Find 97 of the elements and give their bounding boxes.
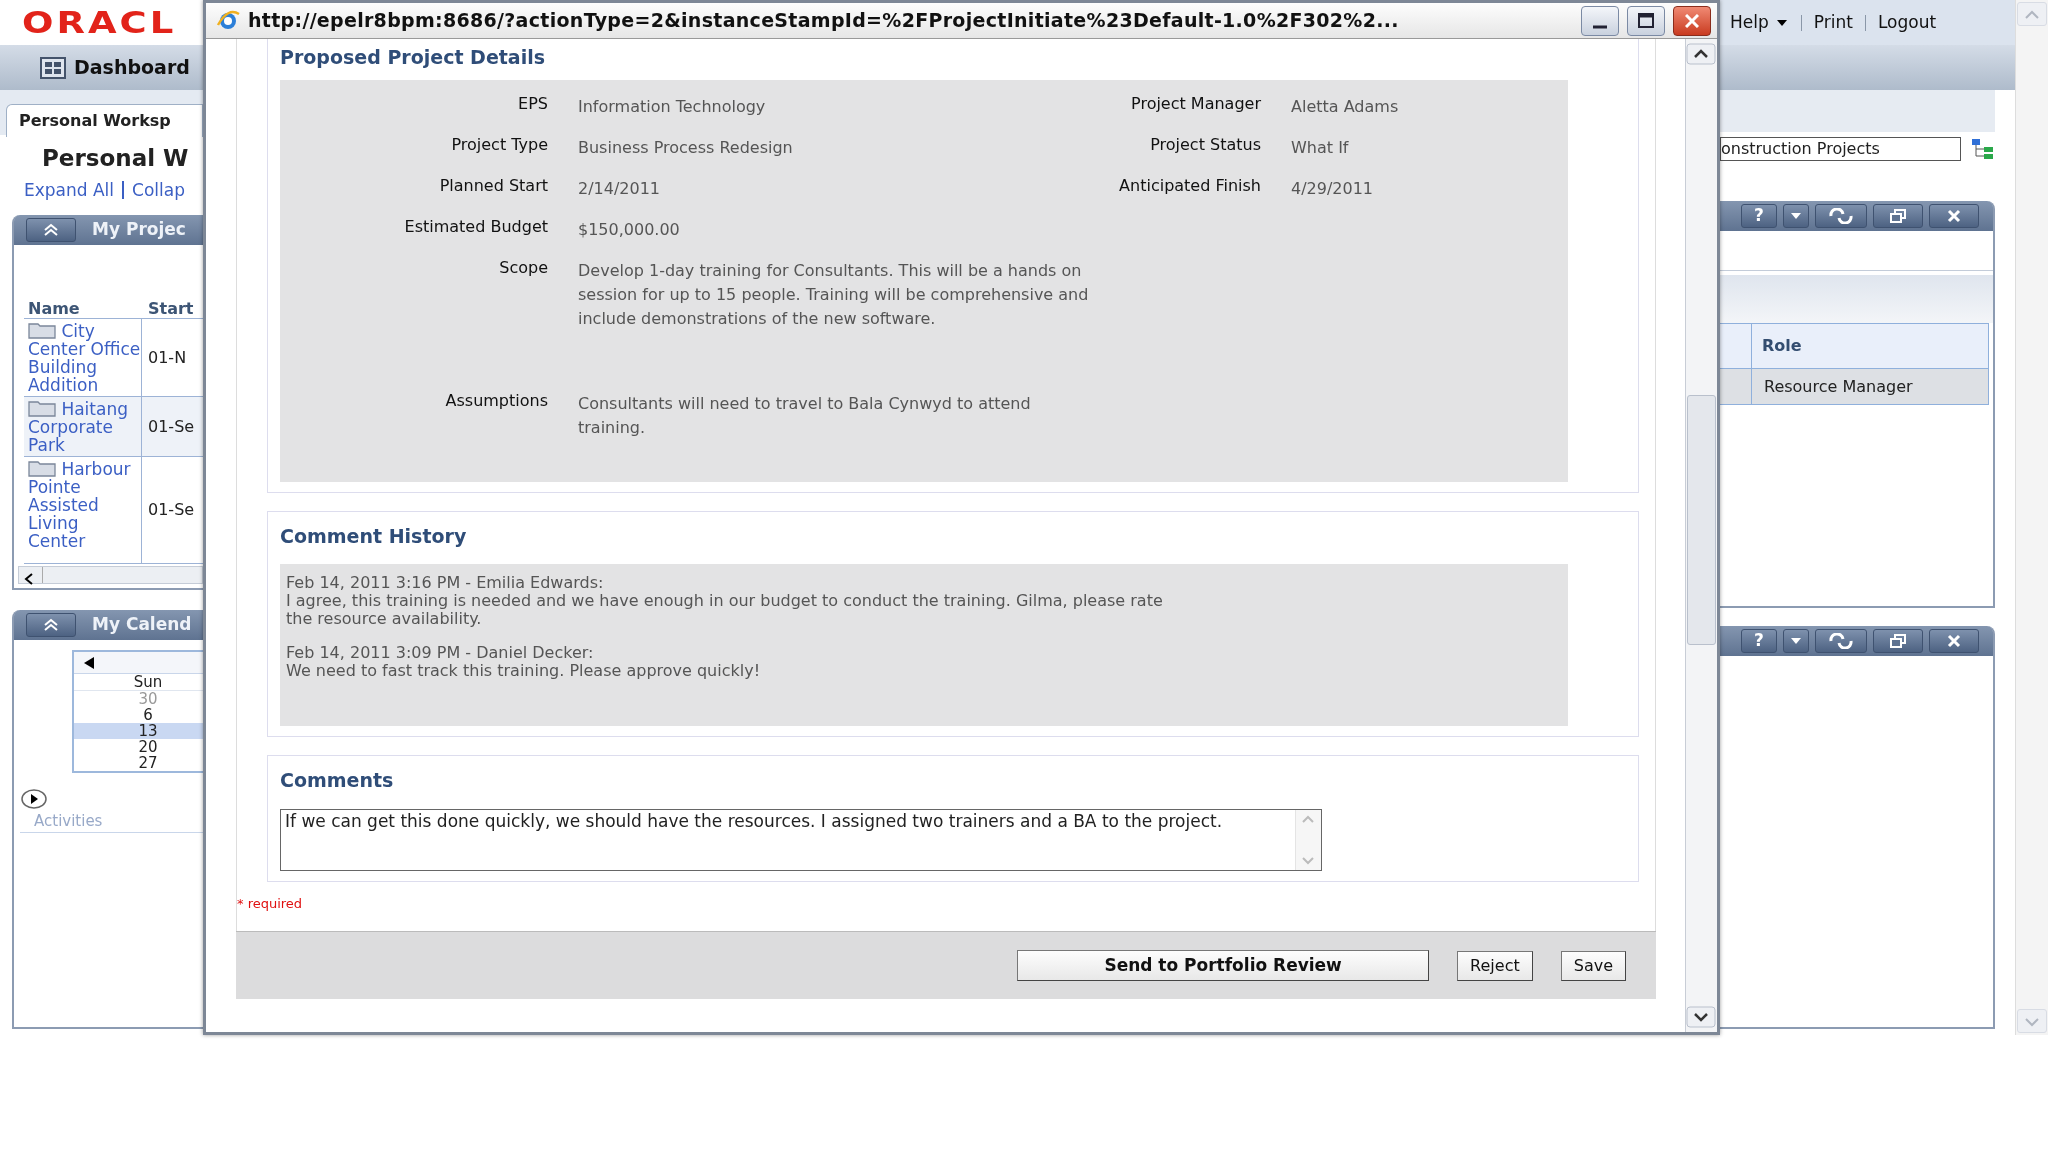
help-button[interactable]: ?	[1741, 204, 1777, 228]
collapse-button[interactable]	[26, 613, 76, 637]
calendar-day[interactable]: 20	[74, 739, 203, 755]
page-link[interactable]: Expand All	[24, 177, 115, 203]
field-value: Information Technology	[578, 95, 767, 118]
field-label: Assumptions	[444, 389, 548, 412]
restore-icon	[1890, 634, 1906, 648]
double-chevron-icon	[43, 223, 59, 237]
section-title: Comments	[280, 768, 395, 793]
field-value: $150,000.00	[578, 218, 681, 241]
minimize-button[interactable]	[1581, 5, 1619, 36]
hierarchy-icon[interactable]	[1971, 138, 1995, 160]
maximize-button[interactable]	[1627, 5, 1665, 36]
restore-icon	[1890, 209, 1906, 223]
top-link[interactable]: Print	[1813, 9, 1853, 36]
project-link[interactable]: Harbour Pointe Assisted Living Center	[28, 459, 141, 550]
field-label: Planned Start	[438, 174, 548, 197]
start-date: 01-Se	[147, 499, 195, 521]
help-menu[interactable]: Help	[1730, 9, 1789, 36]
close-icon	[1685, 13, 1699, 28]
field-label: Project Type	[450, 133, 548, 156]
help-button[interactable]: ?	[1741, 629, 1777, 653]
comment-field[interactable]: If we can get this done quickly, we should have the resources. I assigned two trainers and a BA to the project.	[280, 808, 1322, 871]
field-value: Aletta Adams	[1291, 95, 1400, 118]
column-header: Name	[27, 298, 81, 318]
field-value: Business Process Redesign	[578, 136, 794, 159]
scroll-up-icon[interactable]	[1686, 43, 1716, 65]
collapse-button[interactable]	[26, 218, 76, 242]
action-button[interactable]: Send to Portfolio Review	[1017, 949, 1430, 982]
scroll-down-icon[interactable]	[1686, 1006, 1716, 1028]
required-note: * required	[237, 894, 304, 913]
field-value: 4/29/2011	[1291, 177, 1375, 200]
refresh-icon	[1828, 633, 1854, 649]
comment-meta: Feb 14, 2011 3:16 PM - Emilia Edwards:	[286, 574, 605, 592]
portlet-title: My Projec	[92, 218, 186, 242]
nav-tab[interactable]: Dashboard	[74, 53, 190, 82]
field-label: EPS	[517, 92, 548, 115]
field-value: What If	[1291, 136, 1350, 159]
page-link[interactable]: Collap	[132, 177, 185, 203]
caret-icon	[1789, 636, 1803, 646]
column-header: Role	[1761, 335, 1802, 357]
portlet-title: My Calend	[92, 613, 192, 637]
comment-text: We need to fast track this training. Please approve quickly!	[286, 662, 762, 680]
project-link[interactable]: City Center Office Building Addition	[28, 321, 141, 394]
close-icon	[1947, 209, 1961, 223]
comment-meta: Feb 14, 2011 3:09 PM - Daniel Decker:	[286, 644, 595, 662]
calendar-day[interactable]: 13	[74, 723, 203, 739]
project-filter-field[interactable]: onstruction Projects	[1720, 137, 1961, 161]
window-title: http://epelr8bpm:8686/?actionType=2&instanceStampId=%2FProjectInitiate%23Default-1.0%2F302%2...	[248, 8, 1400, 34]
dashboard-icon	[40, 56, 66, 79]
folder-icon	[28, 459, 56, 477]
field-label: Scope	[498, 256, 548, 279]
column-header: Start	[147, 298, 194, 318]
close-icon	[1947, 634, 1961, 648]
refresh-button[interactable]	[1815, 629, 1867, 653]
horizontal-scrollbar[interactable]	[18, 566, 203, 584]
expand-icon[interactable]	[20, 788, 48, 809]
field-label: Project Status	[1149, 133, 1261, 156]
calendar-day[interactable]: 27	[74, 755, 203, 771]
page-title: Personal W	[41, 144, 190, 173]
restore-button[interactable]	[1873, 204, 1923, 228]
scrollbar-thumb[interactable]	[1687, 395, 1716, 645]
menu-button[interactable]	[1783, 629, 1809, 653]
comment-text: I agree, this training is needed and we have enough in our budget to conduct the training. Gilma, please rate the resource availability.	[286, 592, 1164, 628]
field-value: Consultants will need to travel to Bala Cynwyd to attend training.	[578, 392, 1032, 439]
section-title: Proposed Project Details	[280, 45, 547, 70]
caret-icon	[1789, 211, 1803, 221]
folder-icon	[28, 399, 56, 417]
field-value: Develop 1-day training for Consultants. This will be a hands on session for up to 15 people. Training will be comprehensive and include demonstrations of the new software.	[578, 259, 1090, 330]
top-link[interactable]: Logout	[1877, 9, 1937, 36]
field-value: 2/14/2011	[578, 177, 662, 200]
menu-button[interactable]	[1783, 204, 1809, 228]
action-button[interactable]: Reject	[1457, 950, 1533, 981]
refresh-icon	[1828, 208, 1854, 224]
action-button[interactable]: Save	[1560, 950, 1626, 981]
workspace-tab[interactable]: Personal Worksp	[6, 104, 203, 137]
section-title: Comment History	[280, 523, 468, 549]
close-button[interactable]	[1929, 629, 1979, 653]
folder-icon	[28, 321, 56, 339]
minimize-icon	[1593, 24, 1607, 29]
table-cell-text: Resource Manager	[1763, 375, 1913, 398]
close-button[interactable]	[1673, 5, 1711, 36]
double-chevron-icon	[43, 618, 59, 632]
close-button[interactable]	[1929, 204, 1979, 228]
field-label: Anticipated Finish	[1118, 174, 1261, 197]
refresh-button[interactable]	[1815, 204, 1867, 228]
restore-button[interactable]	[1873, 629, 1923, 653]
project-link[interactable]: Haitang Corporate Park	[28, 399, 141, 454]
maximize-icon	[1638, 13, 1654, 28]
start-date: 01-Se	[147, 415, 195, 438]
calendar-day[interactable]: 6	[74, 707, 203, 723]
logo: ORACL	[21, 7, 177, 38]
previous-month-icon[interactable]	[82, 655, 96, 670]
field-label: Project Manager	[1130, 92, 1261, 115]
project-row[interactable]: Haitang Corporate Park 01-Se	[24, 397, 203, 457]
start-date: 01-N	[147, 346, 187, 369]
field-label: Estimated Budget	[403, 215, 548, 238]
